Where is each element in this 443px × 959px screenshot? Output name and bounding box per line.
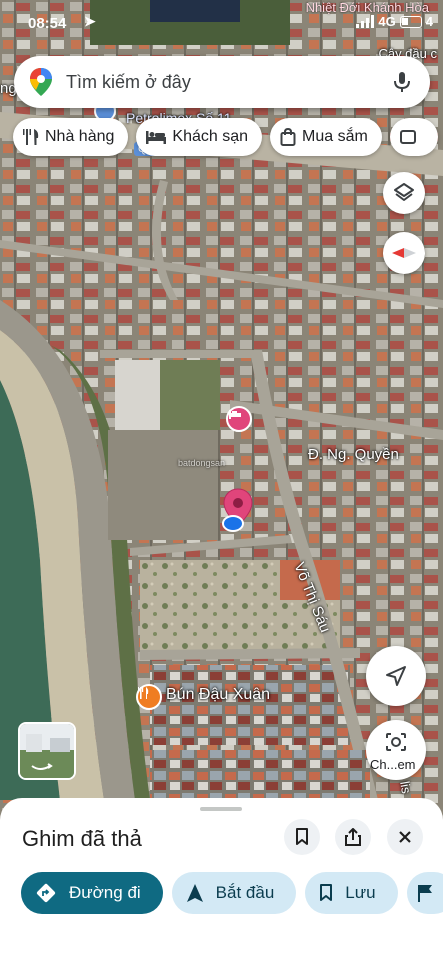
status-right: 4G 4	[356, 14, 433, 29]
restaurant-poi-icon[interactable]	[136, 684, 162, 710]
start-button[interactable]: Bắt đầu	[171, 872, 297, 914]
street-label-clipped: lis	[397, 780, 415, 795]
my-location-dot	[222, 515, 244, 532]
search-bar[interactable]: Tìm kiếm ở đây	[14, 56, 430, 108]
hotel-poi-icon[interactable]	[226, 406, 252, 432]
navigation-arrow-icon	[386, 666, 406, 686]
chip-label: Nhà hàng	[45, 128, 115, 145]
directions-button[interactable]: Đường đi	[21, 872, 163, 914]
share-icon	[345, 828, 361, 846]
save-button[interactable]: Lưu	[305, 872, 398, 914]
chip-more[interactable]	[389, 118, 438, 156]
compass-button[interactable]	[383, 232, 425, 274]
camera-icon	[386, 733, 406, 751]
sheet-actions: Đường đi Bắt đầu Lưu	[21, 872, 443, 914]
flag-icon	[417, 885, 432, 902]
sheet-drag-handle[interactable]	[200, 807, 242, 811]
flag-button[interactable]	[406, 872, 443, 914]
chip-label: Mua sắm	[302, 128, 368, 145]
chip-restaurants[interactable]: Nhà hàng	[13, 118, 129, 156]
save-label: Lưu	[345, 883, 376, 902]
street-view-image	[20, 724, 74, 778]
more-category-icon	[399, 130, 416, 144]
directions-icon	[36, 883, 56, 903]
signal-icon	[356, 15, 375, 28]
chip-shopping[interactable]: Mua sắm	[270, 118, 382, 156]
bed-icon	[146, 131, 167, 144]
close-button[interactable]	[387, 819, 423, 855]
save-icon-button[interactable]	[284, 819, 320, 855]
my-location-button[interactable]	[366, 646, 426, 706]
search-input[interactable]: Tìm kiếm ở đây	[66, 72, 390, 93]
close-icon	[399, 831, 411, 843]
chip-hotels[interactable]: Khách sạn	[136, 118, 262, 156]
bookmark-icon	[320, 884, 333, 901]
sheet-title: Ghim đã thả	[22, 826, 142, 851]
directions-label: Đường đi	[69, 883, 141, 902]
watermark: batdongsan	[178, 458, 226, 468]
camera-label: Ch...em	[370, 757, 416, 772]
network-type: 4G	[378, 14, 396, 29]
status-bar: 08:54 ➤ 4G 4	[0, 0, 443, 44]
navigation-arrow-icon	[186, 884, 203, 902]
street-view-thumbnail[interactable]	[18, 722, 76, 780]
chip-label: Khách sạn	[172, 128, 248, 145]
shopping-bag-icon	[280, 128, 296, 146]
battery-level: 4	[425, 14, 433, 29]
start-label: Bắt đầu	[215, 883, 275, 902]
layers-button[interactable]	[383, 172, 425, 214]
street-label-ngo-quyen: Đ. Ng. Quyền	[308, 446, 399, 463]
fork-knife-icon	[23, 129, 39, 145]
location-arrow-icon: ➤	[84, 13, 96, 29]
layers-icon	[394, 183, 414, 201]
restaurant-poi-label[interactable]: Bún Đậu Xuân	[166, 686, 270, 704]
mic-icon[interactable]	[390, 70, 414, 94]
bookmark-icon	[296, 828, 308, 845]
maps-logo-icon	[30, 68, 52, 96]
share-button[interactable]	[335, 819, 371, 855]
camera-search-button[interactable]: Ch...em	[366, 720, 426, 780]
compass-icon	[392, 248, 416, 258]
status-time: 08:54	[28, 15, 67, 32]
category-chips: Nhà hàng Khách sạn Mua sắm	[13, 118, 438, 156]
battery-icon	[399, 15, 422, 28]
